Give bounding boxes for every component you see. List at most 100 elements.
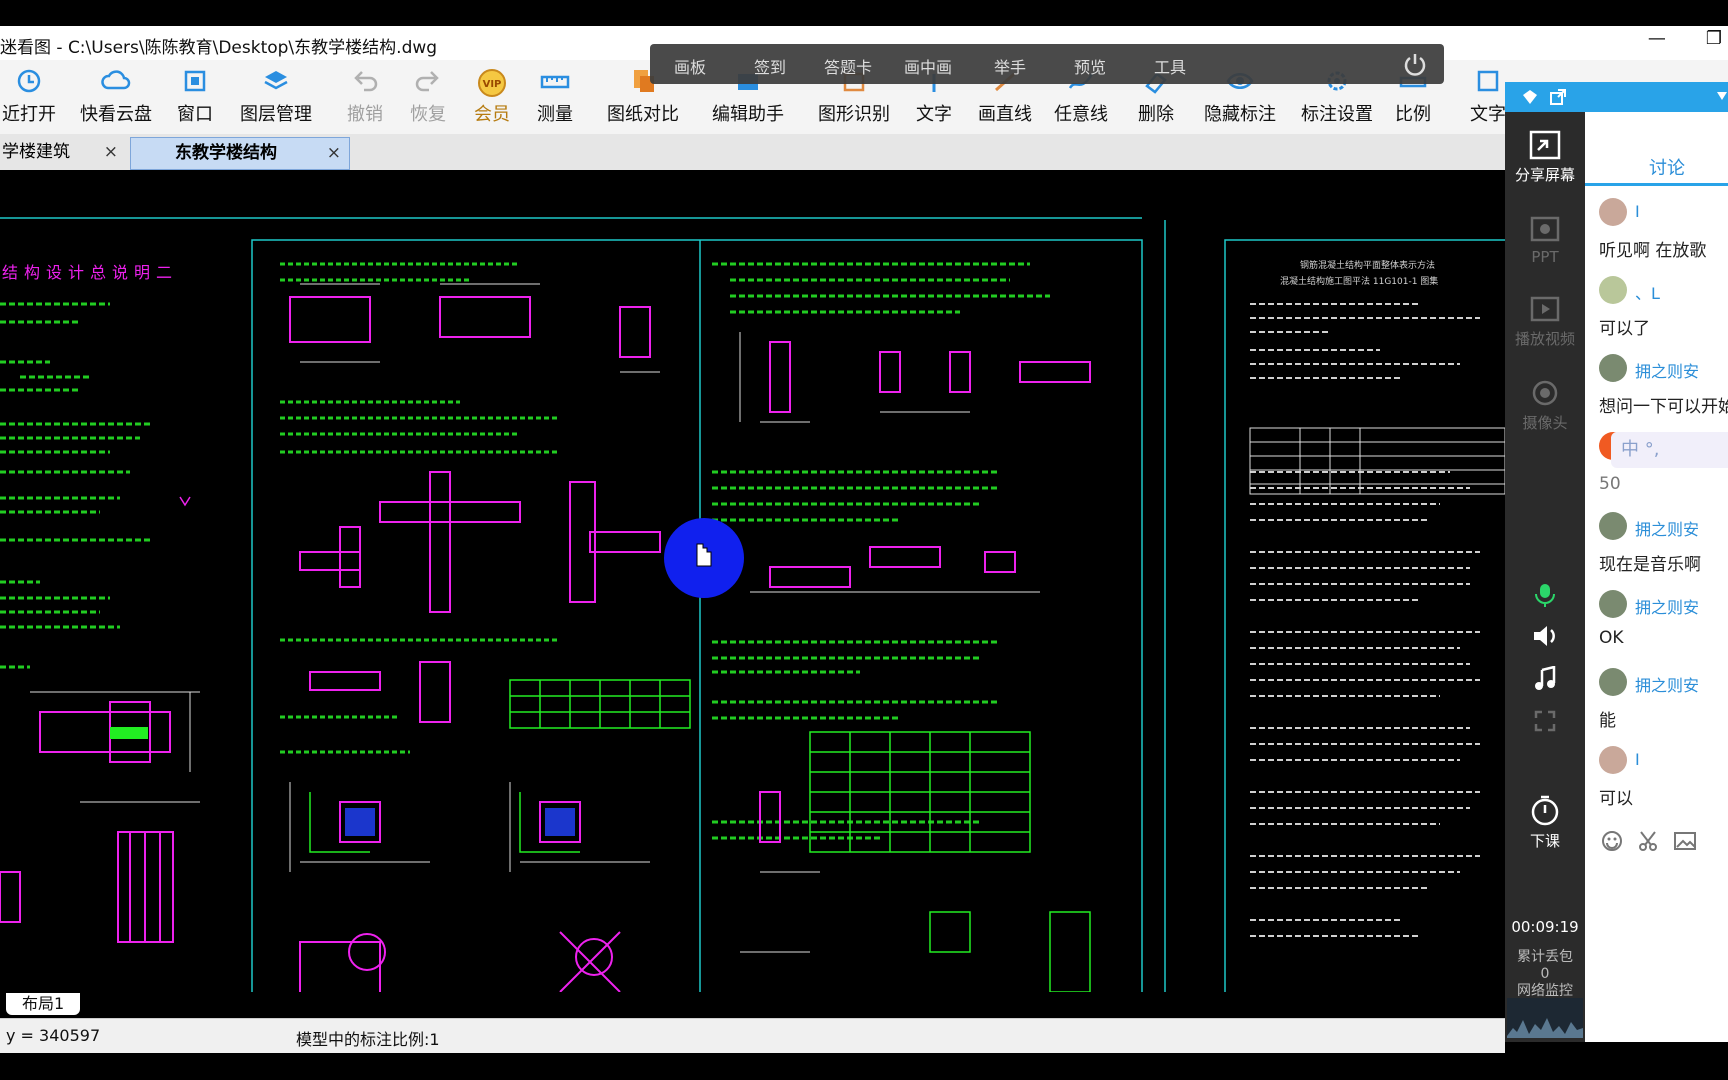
side-panel-header [1505,82,1728,112]
window-icon [184,70,206,92]
layer-manager-button[interactable]: 图层管理 [240,68,312,126]
avatar [1599,276,1627,304]
chat-message: 可以了 [1599,319,1650,339]
emoji-icon[interactable] [1601,830,1623,852]
microphone-icon[interactable] [1533,582,1557,608]
avatar [1599,590,1627,618]
float-item-signin[interactable]: 签到 [754,54,786,78]
image-icon[interactable] [1673,830,1697,852]
mid-right-table [809,731,1091,992]
camera-button[interactable]: 摄像头 [1505,380,1585,433]
document-tabs: 学楼建筑 × 东教学楼结构 × [0,134,1505,170]
right-sheet-notes [1250,303,1480,937]
recent-open-button[interactable]: 近打开 [2,68,56,126]
chat-username: I [1635,750,1640,769]
scissors-icon[interactable] [1637,830,1659,852]
close-icon[interactable]: × [327,138,341,169]
cad-drawing-canvas[interactable]: 结构设计总说明二 钢筋混凝土结构平面整体表示方法 混凝土结构施工图平法 11G1… [0,172,1505,992]
undo-icon [354,71,378,92]
network-monitor-label: 网络监控 [1517,983,1573,999]
chat-username: 、L [1635,284,1660,303]
sheet-left-title: 结构设计总说明二 [2,263,178,282]
window-button[interactable]: 窗口 [177,68,213,126]
layout-tabbar: 布局1 [0,993,1505,1017]
left-marker [179,496,191,507]
sheet-right-heading: 钢筋混凝土结构平面整体表示方法 [1300,259,1435,271]
cloud-disk-button[interactable]: 快看云盘 [80,68,152,126]
share-screen-icon [1529,130,1561,160]
music-icon[interactable] [1533,666,1557,692]
left-dims [30,691,200,803]
class-timer: 00:09:19 [1511,918,1579,936]
pin-icon[interactable] [1521,88,1539,106]
float-item-pip[interactable]: 画中画 [904,54,952,78]
avatar [1599,198,1627,226]
chat-message: 50 [1599,474,1621,494]
float-item-preview[interactable]: 预览 [1074,54,1106,78]
vip-icon: VIP [478,69,506,97]
chat-message: 想问一下可以开始 [1599,397,1728,417]
end-class-button[interactable]: 下课 [1505,794,1585,851]
camera-icon [1532,380,1558,406]
live-class-toolbar: 分享屏幕 PPT 播放视频 摄像头 下课 [1505,112,1585,1042]
status-bar: y = 340597 模型中的标注比例:1 [0,1018,1505,1053]
measure-button[interactable]: 测量 [537,68,573,126]
float-item-tools[interactable]: 工具 [1154,54,1186,78]
mid-left-dims [289,283,660,872]
restore-button[interactable]: ❐ [1706,28,1722,49]
avatar [1599,512,1627,540]
clock-icon [17,69,41,93]
play-video-button[interactable]: 播放视频 [1505,296,1585,349]
float-item-drawing-board[interactable]: 画板 [674,54,706,78]
window-title: 迷看图 - C:\Users\陈陈教育\Desktop\东教学楼结构.dwg [0,38,438,58]
left-notes [0,302,150,669]
chat-message: 能 [1599,711,1616,731]
timer-icon [1531,795,1559,826]
chat-username: 拥之则安 [1635,362,1700,381]
tab-building-arch[interactable]: 学楼建筑 × [0,137,126,168]
float-item-answer-card[interactable]: 答题卡 [824,54,872,78]
speaker-icon[interactable] [1531,624,1559,648]
chat-username: 拥之则安 [1635,676,1700,695]
chat-message: 听见啊 在放歌 [1599,241,1707,261]
vip-button[interactable]: VIP 会员 [474,68,510,126]
classroom-float-toolbar: 画板 签到 答题卡 画中画 举手 预览 工具 [650,44,1444,84]
popout-icon[interactable] [1549,88,1567,106]
layout-tab-1[interactable]: 布局1 [6,993,81,1015]
chat-username: I [1635,202,1640,221]
chevron-down-icon[interactable] [1717,92,1727,100]
fullscreen-icon[interactable] [1534,710,1556,732]
network-monitor-graph [1507,998,1583,1038]
cloud-icon [101,70,131,90]
text2-button[interactable]: 文字 [1470,68,1506,126]
play-video-icon [1530,296,1560,322]
discussion-panel: 讨论 I 听见啊 在放歌 、L 可以了 拥之则安 想问一下可以开始 中 °, 5… [1585,112,1728,1042]
avatar [1599,746,1627,774]
tab-east-building-structure[interactable]: 东教学楼结构 × [130,137,350,170]
redo-button[interactable]: 恢复 [410,68,446,126]
ruler-icon [540,75,570,89]
avatar [1599,668,1627,696]
sheet-frames [0,217,1505,992]
svg-text:VIP: VIP [483,79,502,90]
layers-icon [264,71,288,90]
close-icon[interactable]: × [104,137,118,168]
undo-button[interactable]: 撤销 [347,68,383,126]
drawing-sheet: 结构设计总说明二 钢筋混凝土结构平面整体表示方法 混凝土结构施工图平法 11G1… [0,217,1505,992]
power-icon[interactable] [1402,51,1428,77]
minimize-button[interactable]: — [1648,28,1666,49]
avatar [1599,354,1627,382]
left-highlight [110,727,148,739]
redo-icon [415,71,439,92]
float-item-raise-hand[interactable]: 举手 [994,54,1026,78]
coordinate-readout: y = 340597 [6,1026,101,1045]
ppt-button[interactable]: PPT [1505,216,1585,266]
text2-icon [1477,70,1499,92]
share-screen-button[interactable]: 分享屏幕 [1505,130,1585,185]
ime-indicator: 中 °, [1611,432,1728,468]
chat-username: 拥之则安 [1635,520,1700,539]
packet-loss: 累计丢包 0 [1517,949,1573,982]
tab-discussion[interactable]: 讨论 [1585,146,1728,186]
ppt-icon [1530,216,1560,242]
chat-message: OK [1599,628,1624,648]
